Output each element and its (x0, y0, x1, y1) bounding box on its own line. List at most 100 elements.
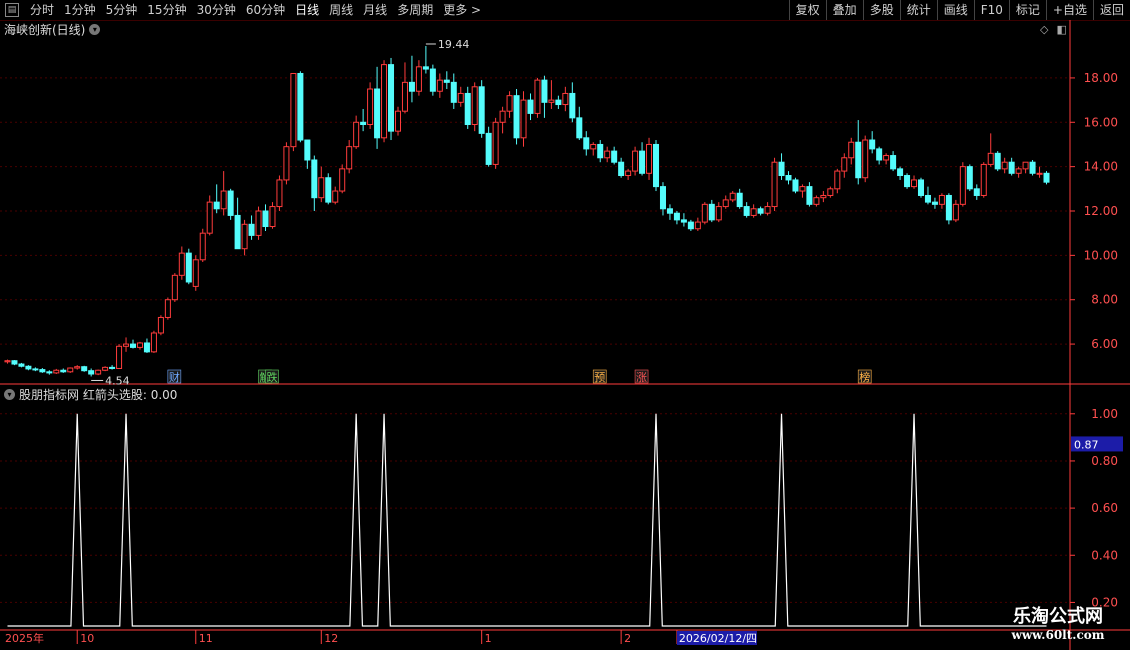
candle-body (185, 252, 192, 283)
candle-body (1043, 172, 1050, 183)
candle-body (625, 170, 632, 177)
candle-body (234, 214, 241, 250)
candle-body (213, 201, 220, 210)
candle-body (924, 194, 931, 203)
price-tick-label: 12.00 (1084, 204, 1118, 218)
candle-body (541, 79, 548, 103)
indicator-tick-label: 1.00 (1091, 407, 1118, 421)
candle-body (973, 188, 980, 196)
candle-body (46, 371, 53, 374)
candle-body (450, 81, 457, 103)
time-tick-label: 2 (624, 632, 631, 645)
candle-body (478, 86, 485, 134)
cursor-date-label: 2026/02/12/四 (679, 632, 757, 645)
watermark-url: www.60lt.com (1011, 628, 1105, 642)
candle-body (157, 316, 164, 334)
candle-body (666, 208, 673, 214)
candle-body (757, 208, 764, 214)
candle-body (743, 206, 750, 216)
candle-body (931, 201, 938, 205)
candle-body (283, 146, 290, 181)
event-marker-label: 榜 (859, 370, 870, 384)
candle-body (443, 79, 450, 83)
candle-body (4, 360, 11, 363)
candle-body (1008, 161, 1015, 174)
candle-body (715, 206, 722, 221)
candle-body (583, 137, 590, 150)
event-marker-label: 财 (169, 370, 180, 384)
candle-body (506, 95, 513, 112)
candle-body (53, 369, 60, 374)
candle-body (959, 166, 966, 205)
event-marker-label: 涨 (636, 371, 647, 384)
candle-body (206, 201, 213, 234)
candle-body (548, 99, 555, 103)
candle-body (917, 179, 925, 196)
candle-body (834, 170, 841, 190)
candle-body (401, 81, 408, 112)
candle-body (199, 232, 206, 261)
candle-body (81, 366, 88, 372)
candle-body (952, 203, 959, 221)
time-tick-label: 1 (485, 632, 492, 645)
candle-body (164, 299, 171, 318)
candle-body (227, 190, 234, 216)
candle-body (911, 179, 918, 188)
candle-body (980, 163, 987, 196)
candle-body (394, 110, 402, 132)
indicator-tick-label: 0.60 (1091, 501, 1118, 515)
candle-body (276, 179, 283, 208)
candle-body (555, 99, 562, 106)
candle-body (855, 141, 862, 179)
candle-body (883, 155, 890, 161)
candle-body (339, 168, 346, 192)
candle-body (722, 199, 729, 208)
candle-body (1022, 161, 1029, 170)
candle-body (297, 72, 304, 141)
candle-body (632, 150, 639, 172)
candle-body (1015, 168, 1022, 174)
candle-body (95, 369, 102, 375)
candle-body (1036, 172, 1043, 175)
candle-body (708, 203, 715, 221)
candle-body (701, 203, 708, 223)
candle-body (32, 368, 39, 371)
candle-body (408, 81, 415, 92)
candle-body (938, 194, 945, 205)
candle-body (569, 92, 576, 119)
candle-body (318, 177, 325, 199)
candle-body (25, 365, 32, 370)
candle-body (562, 92, 569, 106)
candle-body (778, 161, 785, 177)
candle-body (785, 175, 792, 181)
candle-body (311, 159, 318, 199)
candle-body (869, 139, 876, 150)
candle-body (764, 206, 771, 214)
candle-body (876, 148, 883, 161)
candle-body (60, 369, 67, 373)
candle-body (220, 190, 227, 210)
indicator-tick-label: 0.80 (1091, 454, 1118, 468)
candle-body (367, 88, 374, 125)
candle-body (304, 139, 311, 161)
candle-body (11, 360, 18, 365)
candle-body (534, 79, 541, 114)
candle-body (129, 343, 137, 348)
candle-body (820, 194, 827, 199)
candle-body (813, 197, 820, 205)
candlestick-chart[interactable]: 6.008.0010.0012.0014.0016.0018.000.200.4… (0, 0, 1130, 650)
candle-body (499, 110, 506, 123)
candle-body (799, 186, 806, 192)
candle-body (492, 121, 499, 165)
candle-body (771, 161, 778, 208)
candle-body (862, 139, 869, 179)
candle-body (346, 146, 353, 170)
candle-body (994, 152, 1001, 170)
candle-body (102, 366, 109, 371)
candle-body (332, 190, 339, 203)
candle-body (618, 161, 625, 177)
candle-body (680, 219, 687, 223)
price-tick-label: 16.00 (1084, 115, 1118, 129)
candle-body (248, 223, 255, 236)
candle-body (241, 223, 248, 250)
